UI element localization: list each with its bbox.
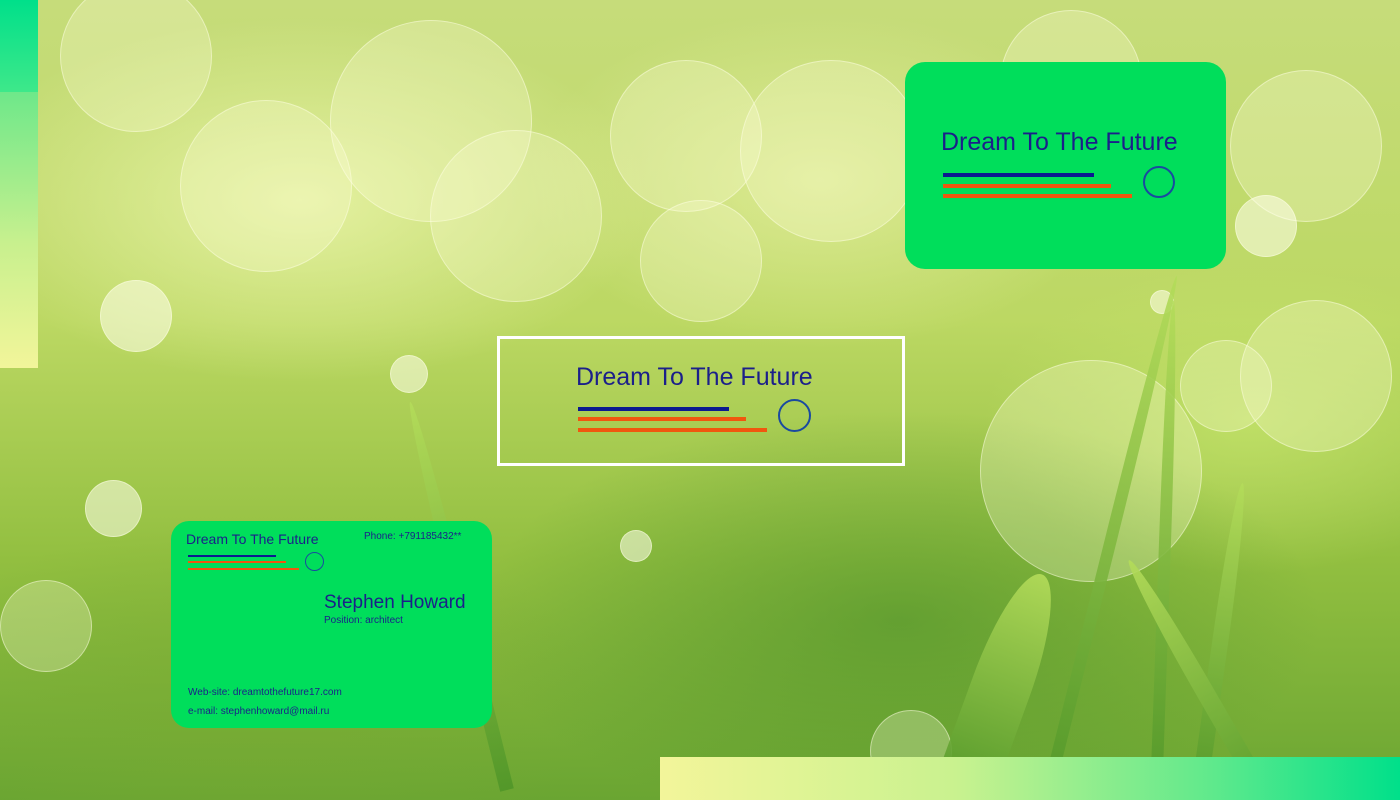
phone-text: Phone: +791185432** [364,531,462,542]
frame-orange-line [578,417,746,421]
position-text: Position: architect [324,615,403,626]
logo-circle-icon [1143,166,1175,198]
logo-orange-line [943,194,1132,198]
logo-frame: Dream To The Future [497,336,905,466]
card-orange-line [188,561,286,563]
frame-navy-line [578,407,729,411]
website-text: Web-site: dreamtothefuture17.com [188,687,342,698]
bokeh-circle [1235,195,1297,257]
email-text: e-mail: stephenhoward@mail.ru [188,706,330,717]
logo-navy-line [943,173,1094,177]
logo-card-title: Dream To The Future [941,128,1178,156]
frame-circle-icon [778,399,811,432]
bokeh-circle [60,0,212,132]
bokeh-circle [430,130,602,302]
card-circle-icon [305,552,324,571]
business-card-brand: Dream To The Future [186,531,319,547]
bokeh-circle [1180,340,1272,432]
bokeh-circle [390,355,428,393]
bokeh-circle [0,580,92,672]
card-navy-line [188,555,276,557]
bokeh-circle [180,100,352,272]
bottom-accent-bar [660,757,1400,800]
frame-logo-title: Dream To The Future [576,363,813,391]
logo-orange-line [943,184,1111,188]
bokeh-circle [740,60,922,242]
person-name: Stephen Howard [324,592,466,613]
logo-card: Dream To The Future [905,62,1226,269]
business-card: Dream To The Future Phone: +791185432** … [171,521,492,728]
bokeh-circle [100,280,172,352]
bokeh-circle [640,200,762,322]
left-accent-bar [0,92,38,368]
bokeh-circle [85,480,142,537]
bokeh-circle [620,530,652,562]
card-orange-line [188,568,299,570]
bokeh-circle [610,60,762,212]
left-accent-bar-top [0,0,38,92]
frame-orange-line [578,428,767,432]
